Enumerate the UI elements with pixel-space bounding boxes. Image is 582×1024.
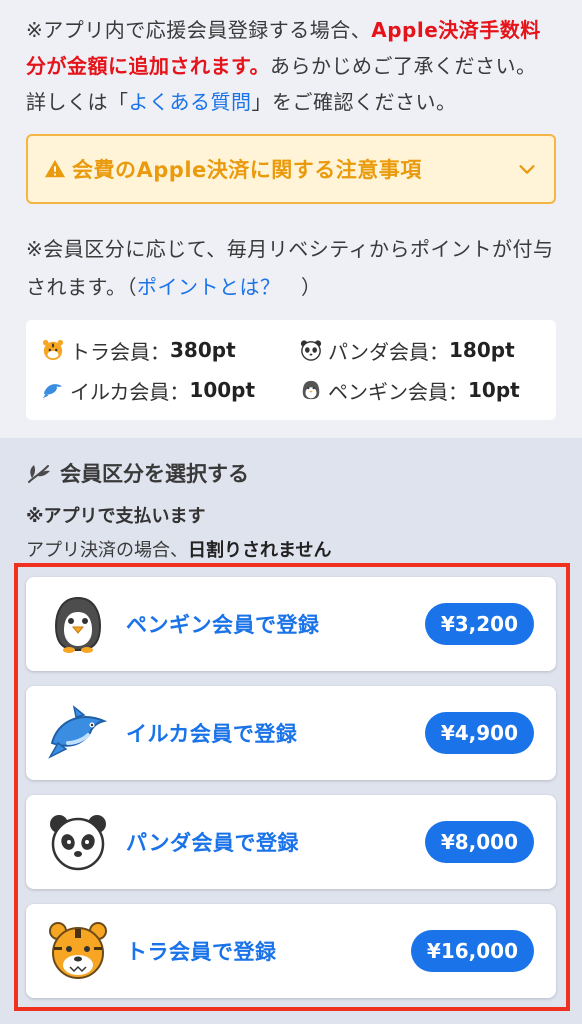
apple-payment-warning-accordion[interactable]: 会費のApple決済に関する注意事項	[26, 134, 556, 204]
warning-title: 会費のApple決済に関する注意事項	[72, 158, 422, 182]
leaf-icon	[28, 465, 50, 483]
points-value: 380pt	[170, 338, 236, 362]
warning-triangle-icon	[44, 159, 66, 178]
no-prorate-text: アプリ決済の場合、	[26, 540, 188, 561]
panda-icon	[300, 340, 322, 361]
points-item-panda: パンダ会員： 180pt	[300, 334, 540, 366]
tiger-icon	[42, 339, 64, 361]
penguin-icon	[302, 380, 320, 400]
notice-text: ※アプリ内で応援会員登録する場合、	[26, 18, 372, 42]
points-table: トラ会員： 380pt パンダ会員： 180pt イルカ会員： 100pt ペン…	[26, 320, 556, 420]
points-value: 10pt	[468, 378, 520, 402]
section-title-text: 会員区分を選択する	[60, 462, 249, 486]
plans-highlight-frame	[14, 563, 570, 1011]
notice-text-3: 」をご確認ください。	[251, 90, 457, 114]
top-content: ※アプリ内で応援会員登録する場合、Apple決済手数料分が金額に追加されます。あ…	[0, 0, 582, 420]
points-name: ペンギン会員：	[328, 379, 468, 404]
points-item-penguin: ペンギン会員： 10pt	[300, 374, 540, 406]
points-name: イルカ会員：	[70, 379, 190, 404]
faq-link[interactable]: よくある質問	[129, 90, 252, 114]
chevron-down-icon	[519, 165, 535, 174]
points-value: 100pt	[189, 378, 256, 402]
apple-fee-notice: ※アプリ内で応援会員登録する場合、Apple決済手数料分が金額に追加されます。あ…	[26, 12, 556, 120]
points-item-dolphin: イルカ会員： 100pt	[42, 374, 300, 406]
points-info: ※会員区分に応じて、毎月リベシティからポイントが付与されます。（ポイントとは？ …	[26, 230, 556, 306]
no-prorate-bold: 日割りされません	[188, 540, 332, 561]
points-name: トラ会員：	[70, 339, 170, 364]
points-value: 180pt	[449, 338, 515, 362]
points-about-link[interactable]: ポイントとは？	[137, 275, 281, 299]
section-title: 会員区分を選択する	[26, 458, 556, 488]
no-prorate-note: アプリ決済の場合、日割りされません	[26, 536, 556, 562]
points-name: パンダ会員：	[328, 339, 449, 364]
points-info-text-2: ）	[280, 275, 322, 299]
points-item-tiger: トラ会員： 380pt	[42, 334, 300, 366]
app-payment-note: ※アプリで支払います	[26, 506, 206, 527]
dolphin-icon	[42, 384, 63, 399]
